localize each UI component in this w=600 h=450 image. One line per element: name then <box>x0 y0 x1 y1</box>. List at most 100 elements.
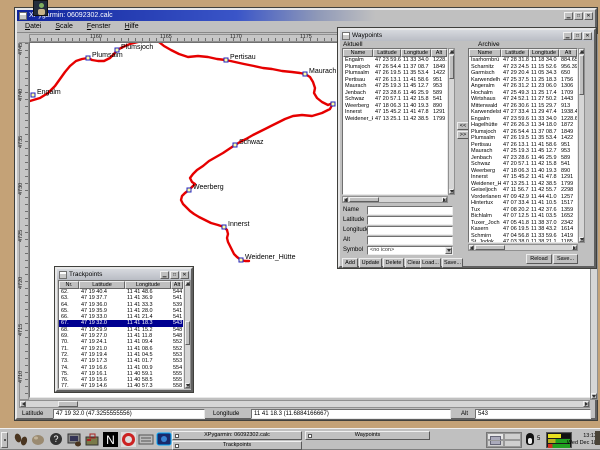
longitude-input[interactable] <box>367 226 453 235</box>
chevron-down-icon <box>447 249 451 252</box>
alt-input[interactable] <box>367 236 453 245</box>
aktuell-horizontal-scrollbar[interactable] <box>342 196 448 203</box>
menu-scale[interactable]: Scale <box>55 23 73 30</box>
archive-vertical-scrollbar[interactable] <box>578 48 585 243</box>
desktop-pager[interactable] <box>486 432 522 448</box>
minimize-button[interactable]: ▁ <box>564 12 573 20</box>
ruler-y-label: 4720 <box>18 277 24 289</box>
trackpoints-table[interactable]: Nr.LatitudeLongitudeAlt62.47 19 40.411 4… <box>58 280 184 389</box>
terminal-icon[interactable] <box>156 431 173 448</box>
desktop-applet-icon[interactable] <box>33 0 48 16</box>
main-titlebar[interactable]: XPygarmin: 06092302.calc ▁ □ ✕ <box>17 10 595 21</box>
waypoint-marker <box>86 56 90 60</box>
close-button[interactable]: ✕ <box>583 32 592 40</box>
svg-text:N: N <box>106 433 115 447</box>
name-input[interactable] <box>367 206 453 215</box>
menu-hilfe[interactable]: Hilfe <box>125 23 139 30</box>
ruler-y: 47454740473547304725472047154710 <box>19 42 29 400</box>
waypoint-marker <box>222 225 226 229</box>
close-button[interactable]: ✕ <box>584 12 593 20</box>
minimize-button[interactable]: ▁ <box>160 271 169 279</box>
save-button[interactable]: Save... <box>442 258 463 268</box>
latitude-field-label: Latitude <box>343 217 364 223</box>
netscape-icon[interactable]: N <box>102 431 119 448</box>
latitude-input[interactable] <box>367 216 453 225</box>
ruler-y-label: 4740 <box>18 89 24 101</box>
waypoint-marker <box>331 102 335 106</box>
aktuell-waypoint-table[interactable]: NameLatitudeLongitudeAltEngalm47 23 59.6… <box>342 48 448 195</box>
stone-icon[interactable] <box>30 431 47 448</box>
window-menu-icon[interactable] <box>342 32 350 40</box>
scroll-down-icon <box>592 395 596 398</box>
monitor-count: 5 <box>537 436 540 442</box>
toolbox-icon[interactable] <box>84 431 101 448</box>
waypoint-label: Weerberg <box>193 184 224 191</box>
symbol-dropdown[interactable]: <no icon> <box>367 246 453 255</box>
delete-button[interactable]: Delete <box>383 258 404 268</box>
scroll-right-icon <box>585 402 588 406</box>
waypoint-marker <box>239 258 243 262</box>
name-field-label: Name <box>343 207 359 213</box>
waypoint-label: Pertisau <box>230 54 256 61</box>
column-header[interactable]: Alt <box>559 49 577 57</box>
opera-icon[interactable] <box>120 431 137 448</box>
map-horizontal-scrollbar[interactable] <box>19 400 590 408</box>
help-icon[interactable]: ? <box>48 431 65 448</box>
waypoint-label: Maurach <box>309 68 336 75</box>
archive-horizontal-scrollbar[interactable] <box>468 244 578 251</box>
column-header[interactable]: Longitude <box>529 49 559 57</box>
footprints-icon[interactable] <box>12 431 29 448</box>
close-button[interactable]: ✕ <box>180 271 189 279</box>
column-header[interactable]: Name <box>469 49 501 57</box>
reload-button[interactable]: Reload <box>526 254 552 264</box>
taskbar-button-waypoints[interactable]: Waypoints <box>305 431 430 440</box>
taskbar-button-xpygarmin[interactable]: XPygarmin: 06092302.calc <box>172 431 302 440</box>
waypoint-label: Weidener_Hütte <box>245 254 296 261</box>
waypoint-marker <box>233 143 237 147</box>
column-header[interactable]: Latitude <box>501 49 529 57</box>
ruler-y-label: 4735 <box>18 136 24 148</box>
maximize-button[interactable]: □ <box>574 12 583 20</box>
ruler-x-label: 1170 <box>230 34 242 40</box>
screenshot-icon[interactable] <box>66 431 83 448</box>
archive-waypoint-table[interactable]: NameLatitudeLongitudeAltIsarhornbrü47 28… <box>468 48 578 243</box>
column-header[interactable]: Latitude <box>373 49 401 57</box>
waypoints-titlebar[interactable]: Waypoints ▁ □ ✕ <box>340 30 594 41</box>
aktuell-vertical-scrollbar[interactable] <box>448 48 455 195</box>
longitude-status-value: 11 41 18.3 (11.6884166667) <box>251 409 451 419</box>
taskbar-handle[interactable] <box>1 432 8 448</box>
add-button[interactable]: Add <box>342 258 358 268</box>
taskbar-button-trackpoints[interactable]: Trackpoints <box>172 441 302 450</box>
table-row[interactable]: 77.47 19 14.611 40 57.3558 <box>59 383 183 389</box>
column-header[interactable]: Nr. <box>59 281 79 289</box>
load-monitor-applet[interactable]: 5 <box>526 433 544 447</box>
trackpoints-vertical-scrollbar[interactable] <box>184 280 191 389</box>
minimize-button[interactable]: ▁ <box>563 32 572 40</box>
menu-datei[interactable]: Datei <box>25 23 41 30</box>
maximize-button[interactable]: □ <box>573 32 582 40</box>
table-row[interactable]: Weidener_H47 13 25.111 42 38.51799 <box>343 116 447 123</box>
clock-date: Wed Dec 18 <box>567 440 597 447</box>
menu-fenster[interactable]: Fenster <box>87 23 111 30</box>
update-button[interactable]: Update <box>359 258 382 268</box>
column-header[interactable]: Name <box>343 49 373 57</box>
column-header[interactable]: Longitude <box>401 49 431 57</box>
column-header[interactable]: Alt <box>171 281 183 289</box>
window-menu-icon[interactable] <box>59 271 67 279</box>
column-header[interactable]: Alt <box>431 49 447 57</box>
maximize-button[interactable]: □ <box>170 271 179 279</box>
latitude-status-value: 47 19 32.0 (47.3255555556) <box>53 409 205 419</box>
waypoint-label: Plumsalm <box>92 52 123 59</box>
ruler-x-label: 1160 <box>90 34 102 40</box>
column-header[interactable]: Latitude <box>79 281 125 289</box>
ruler-x-label: 1175 <box>300 34 312 40</box>
save-archive-button[interactable]: Save... <box>553 254 578 264</box>
trackpoints-titlebar[interactable]: Trackpoints ▁ □ ✕ <box>57 269 191 280</box>
taskbar-edge-handle[interactable] <box>595 431 600 445</box>
window-menu-icon[interactable] <box>19 12 27 20</box>
waypoint-marker <box>224 58 228 62</box>
keyboard-icon[interactable] <box>138 431 155 448</box>
column-header[interactable]: Longitude <box>125 281 171 289</box>
load-button[interactable]: Load... <box>420 258 441 268</box>
table-row[interactable]: St_Jodok47 03 38.011 38 21.11185 <box>469 239 577 243</box>
